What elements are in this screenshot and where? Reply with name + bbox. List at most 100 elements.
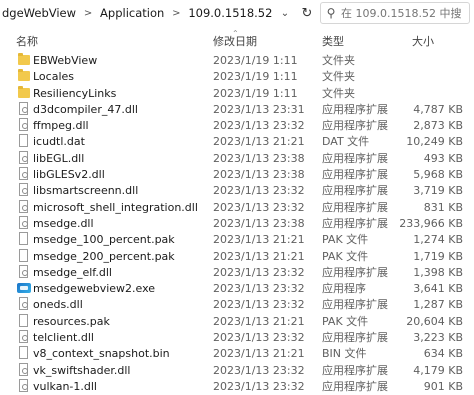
file-type: 应用程序扩展 (322, 363, 388, 377)
file-size: 1,719 KB (413, 249, 463, 263)
file-row[interactable]: microsoft_shell_integration.dll 2023/1/13… (0, 199, 474, 215)
file-size: 901 KB (423, 379, 463, 393)
file-name: telclient.dll (33, 331, 94, 345)
file-icon (16, 313, 32, 328)
column-header-date[interactable]: 修改日期 (213, 33, 257, 49)
dll-file-icon (16, 330, 32, 344)
file-row[interactable]: vulkan-1.dll 2023/1/13 23:32 应用程序扩展 901 KB (0, 378, 474, 394)
file-row[interactable]: oneds.dll 2023/1/13 23:32 应用程序扩展 1,287 KB (0, 296, 474, 312)
file-size: 1,398 KB (413, 265, 463, 279)
breadcrumb-item-webview[interactable]: dgeWebView (0, 6, 78, 20)
dll-file-icon (16, 101, 32, 116)
file-size: 1,274 KB (413, 233, 463, 247)
file-type: 应用程序扩展 (322, 168, 388, 182)
file-size: 3,223 KB (413, 331, 463, 345)
dll-file-icon (16, 264, 32, 279)
file-name: libEGL.dll (33, 151, 85, 165)
file-row[interactable]: msedge.dll 2023/1/13 23:38 应用程序扩展 233,966 K… (0, 215, 474, 231)
file-icon (16, 346, 32, 360)
search-icon: ⚲ (326, 6, 336, 20)
file-row[interactable]: d3dcompiler_47.dll 2023/1/13 23:31 应用程序扩展 4… (0, 101, 474, 117)
file-name: libGLESv2.dll (33, 168, 105, 182)
file-size: 1,287 KB (413, 298, 463, 312)
file-size: 20,604 KB (406, 314, 463, 328)
search-input[interactable] (341, 6, 461, 20)
file-row[interactable]: libGLESv2.dll 2023/1/13 23:38 应用程序扩展 5,968 … (0, 166, 474, 182)
file-name: resources.pak (33, 314, 110, 328)
file-type: PAK 文件 (322, 249, 369, 263)
file-row[interactable]: telclient.dll 2023/1/13 23:32 应用程序扩展 3,223 … (0, 329, 474, 345)
file-row[interactable]: ResiliencyLinks 2023/1/19 1:11 文件夹 (0, 85, 474, 101)
folder-icon (16, 85, 32, 100)
dll-file-icon (16, 378, 32, 393)
dll-file-icon (16, 215, 32, 230)
file-name: vk_swiftshader.dll (33, 363, 131, 377)
file-name: icudtl.dat (33, 135, 85, 149)
file-size: 5,968 KB (413, 168, 463, 182)
file-row[interactable]: msedge_200_percent.pak 2023/1/13 21:21 PAK… (0, 248, 474, 264)
file-list: EBWebView 2023/1/19 1:11 文件夹 Locales 2023/1/… (0, 52, 474, 394)
file-name: d3dcompiler_47.dll (33, 102, 138, 116)
file-size: 831 KB (423, 200, 463, 214)
file-icon (16, 232, 32, 246)
file-date: 2023/1/13 21:21 (213, 233, 305, 247)
file-date: 2023/1/13 21:21 (213, 347, 305, 361)
chevron-down-icon[interactable]: ⌄ (276, 2, 294, 24)
breadcrumb-item-version[interactable]: 109.0.1518.52 (186, 6, 274, 20)
file-type: 应用程序扩展 (322, 265, 388, 279)
file-date: 2023/1/13 21:21 (213, 249, 305, 263)
file-name: libsmartscreenn.dll (33, 184, 139, 198)
file-date: 2023/1/13 23:32 (213, 184, 305, 198)
file-name: msedge_100_percent.pak (33, 233, 175, 247)
breadcrumb-separator[interactable]: > (166, 8, 186, 19)
file-type: 应用程序 (322, 282, 366, 296)
address-bar[interactable]: dgeWebView > Application > 109.0.1518.52… (0, 0, 474, 27)
column-header-size[interactable]: 大小 (412, 33, 434, 49)
file-date: 2023/1/13 23:38 (213, 168, 305, 182)
file-date: 2023/1/13 23:32 (213, 282, 305, 296)
file-type: 文件夹 (322, 70, 355, 84)
file-row[interactable]: msedge_100_percent.pak 2023/1/13 21:21 PAK… (0, 231, 474, 247)
search-box[interactable]: ⚲ (320, 2, 470, 24)
file-type: PAK 文件 (322, 233, 369, 247)
file-row[interactable]: msedgewebview2.exe 2023/1/13 23:32 应用程序 3,6… (0, 280, 474, 296)
file-icon (16, 134, 32, 148)
file-row[interactable]: msedge_elf.dll 2023/1/13 23:32 应用程序扩展 1,398… (0, 264, 474, 280)
file-row[interactable]: Locales 2023/1/19 1:11 文件夹 (0, 68, 474, 84)
file-size: 4,179 KB (413, 363, 463, 377)
file-date: 2023/1/13 23:32 (213, 331, 305, 345)
file-name: msedge.dll (33, 216, 94, 230)
file-row[interactable]: icudtl.dat 2023/1/13 21:21 DAT 文件 10,249 KB (0, 133, 474, 149)
column-header-name[interactable]: 名称 (16, 33, 38, 49)
breadcrumb[interactable]: dgeWebView > Application > 109.0.1518.52 (0, 2, 294, 24)
file-name: Locales (33, 70, 75, 84)
file-date: 2023/1/19 1:11 (213, 86, 298, 100)
column-header-type[interactable]: 类型 (322, 33, 344, 49)
file-row[interactable]: resources.pak 2023/1/13 21:21 PAK 文件 20,604… (0, 313, 474, 329)
file-row[interactable]: vk_swiftshader.dll 2023/1/13 23:32 应用程序扩展 4… (0, 362, 474, 378)
dll-file-icon (16, 118, 32, 132)
file-row[interactable]: ffmpeg.dll 2023/1/13 23:32 应用程序扩展 2,873 KB (0, 117, 474, 133)
file-name: msedgewebview2.exe (33, 282, 156, 296)
breadcrumb-separator[interactable]: > (78, 8, 98, 19)
file-row[interactable]: EBWebView 2023/1/19 1:11 文件夹 (0, 52, 474, 68)
file-row[interactable]: v8_context_snapshot.bin 2023/1/13 21:21 BI… (0, 345, 474, 361)
file-size: 3,641 KB (413, 282, 463, 296)
file-type: 文件夹 (322, 54, 355, 67)
file-type: 文件夹 (322, 86, 355, 100)
file-date: 2023/1/13 23:32 (213, 363, 305, 377)
breadcrumb-item-application[interactable]: Application (98, 6, 166, 20)
file-name: ffmpeg.dll (33, 119, 89, 133)
file-name: EBWebView (33, 54, 98, 67)
file-date: 2023/1/13 23:32 (213, 379, 305, 393)
file-type: 应用程序扩展 (322, 119, 388, 133)
file-icon (16, 248, 32, 263)
file-row[interactable]: libEGL.dll 2023/1/13 23:38 应用程序扩展 493 KB (0, 150, 474, 166)
file-name: v8_context_snapshot.bin (33, 347, 170, 361)
file-row[interactable]: libsmartscreenn.dll 2023/1/13 23:32 应用程序扩展… (0, 182, 474, 198)
refresh-icon[interactable]: ↻ (296, 2, 318, 24)
dll-file-icon (16, 167, 32, 181)
folder-icon (16, 69, 32, 83)
file-type: BIN 文件 (322, 347, 367, 361)
file-date: 2023/1/13 21:21 (213, 314, 305, 328)
